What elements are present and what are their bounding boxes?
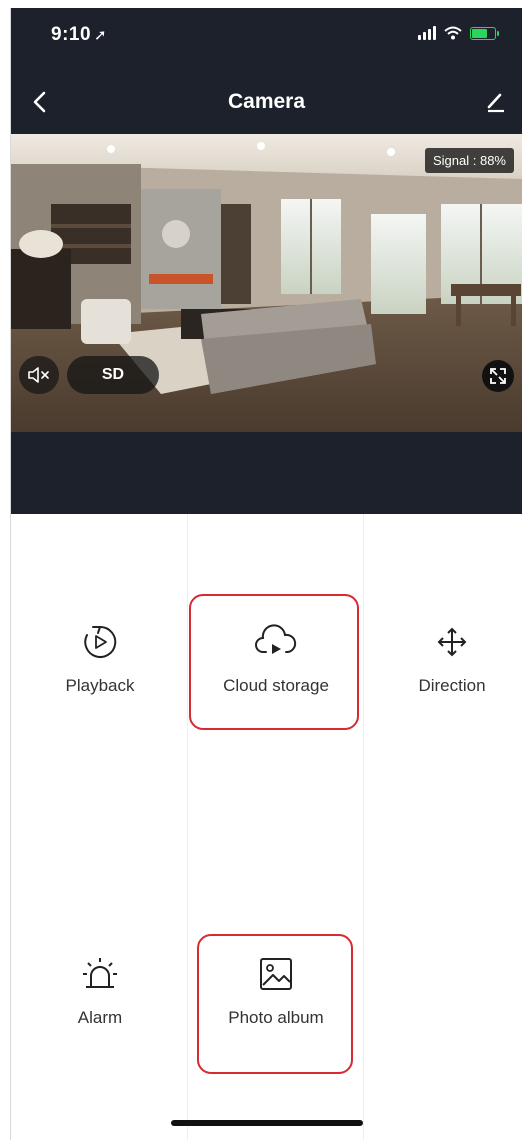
- edit-pencil-icon[interactable]: [484, 90, 508, 114]
- cellular-signal-icon: [418, 26, 436, 40]
- alarm-icon: [78, 952, 122, 996]
- battery-icon: [470, 26, 499, 40]
- phone-screen: 9:10 ➚ Camera Signal: 88% SD Playback C…: [10, 8, 522, 1140]
- home-indicator[interactable]: [171, 1120, 363, 1126]
- status-right: [418, 26, 499, 40]
- feature-grid: Playback Cloud storage Direction Alarm P…: [11, 514, 522, 1140]
- feature-alarm[interactable]: Alarm: [15, 952, 185, 1028]
- quality-sd-button[interactable]: SD: [67, 356, 159, 394]
- status-bar: 9:10 ➚: [11, 8, 522, 60]
- status-time: 9:10 ➚: [51, 24, 107, 46]
- signal-strength-badge: Signal : 88%: [425, 148, 514, 173]
- wifi-icon: [444, 26, 462, 40]
- feature-label: Playback: [65, 676, 135, 695]
- feature-direction[interactable]: Direction: [367, 620, 522, 696]
- direction-icon: [430, 620, 474, 664]
- speaker-muted-icon: [28, 367, 49, 383]
- fullscreen-expand-icon: [490, 368, 506, 384]
- mute-button[interactable]: [19, 356, 59, 394]
- location-arrow-icon: ➚: [94, 27, 108, 44]
- video-controls-band: [11, 432, 522, 514]
- nav-bar: Camera: [11, 80, 522, 124]
- camera-live-view[interactable]: Signal : 88% SD: [11, 134, 522, 432]
- feature-label: Direction: [418, 676, 486, 695]
- status-time-text: 9:10: [51, 24, 92, 45]
- grid-divider: [187, 514, 188, 1140]
- cloud-storage-highlight: [189, 594, 359, 730]
- feature-label: Alarm: [77, 1008, 123, 1027]
- playback-icon: [78, 620, 122, 664]
- grid-divider: [363, 514, 364, 1140]
- feature-playback[interactable]: Playback: [15, 620, 185, 696]
- page-title: Camera: [227, 90, 306, 113]
- fullscreen-button[interactable]: [482, 360, 514, 392]
- photo-album-highlight: [197, 934, 353, 1074]
- top-bar: 9:10 ➚ Camera: [11, 8, 522, 134]
